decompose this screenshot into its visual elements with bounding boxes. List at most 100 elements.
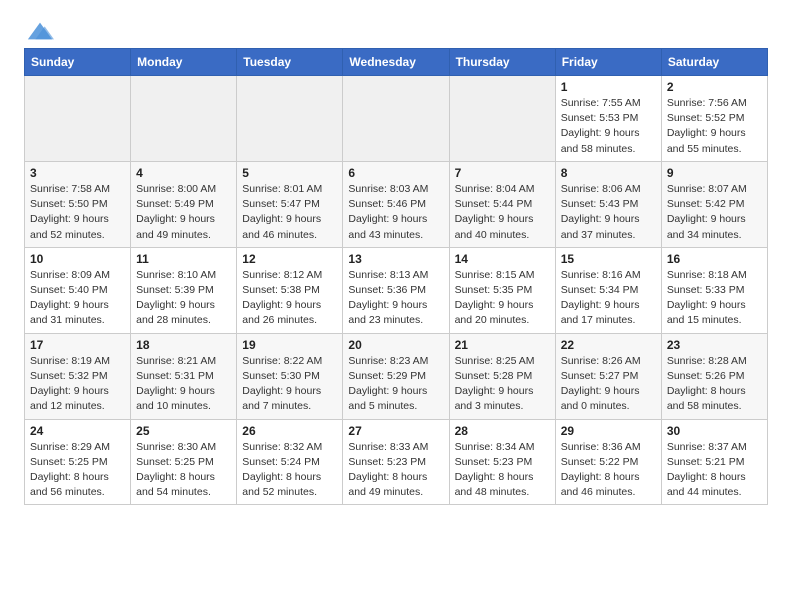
- calendar-cell: 5Sunrise: 8:01 AM Sunset: 5:47 PM Daylig…: [237, 161, 343, 247]
- day-number: 12: [242, 252, 337, 266]
- day-number: 10: [30, 252, 125, 266]
- logo-icon: [26, 20, 54, 42]
- calendar-cell: 28Sunrise: 8:34 AM Sunset: 5:23 PM Dayli…: [449, 419, 555, 505]
- day-info: Sunrise: 8:32 AM Sunset: 5:24 PM Dayligh…: [242, 440, 337, 501]
- day-number: 26: [242, 424, 337, 438]
- weekday-header-monday: Monday: [131, 49, 237, 76]
- header: [24, 20, 768, 38]
- weekday-header-wednesday: Wednesday: [343, 49, 449, 76]
- calendar-cell: 13 Sunrise: 8:13 AM Sunset: 5:36 PM Dayli…: [343, 247, 449, 333]
- day-info: Sunrise: 8:21 AM Sunset: 5:31 PM Dayligh…: [136, 354, 231, 415]
- day-info: Sunrise: 8:25 AM Sunset: 5:28 PM Dayligh…: [455, 354, 550, 415]
- day-number: 15: [561, 252, 656, 266]
- calendar-cell: [25, 76, 131, 162]
- day-info: Sunrise: 7:56 AM Sunset: 5:52 PM Dayligh…: [667, 96, 762, 157]
- calendar-cell: [131, 76, 237, 162]
- calendar-cell: 2 Sunrise: 7:56 AM Sunset: 5:52 PM Daylig…: [661, 76, 767, 162]
- day-info: Sunrise: 8:30 AM Sunset: 5:25 PM Dayligh…: [136, 440, 231, 501]
- logo: [24, 20, 54, 38]
- day-info: Sunrise: 8:33 AM Sunset: 5:23 PM Dayligh…: [348, 440, 443, 501]
- day-info: Sunrise: 8:19 AM Sunset: 5:32 PM Dayligh…: [30, 354, 125, 415]
- calendar-cell: [343, 76, 449, 162]
- day-number: 14: [455, 252, 550, 266]
- day-number: 17: [30, 338, 125, 352]
- day-info: Sunrise: 8:28 AM Sunset: 5:26 PM Dayligh…: [667, 354, 762, 415]
- day-info: Sunrise: 8:23 AM Sunset: 5:29 PM Dayligh…: [348, 354, 443, 415]
- calendar-cell: 10 Sunrise: 8:09 AM Sunset: 5:40 PM Dayli…: [25, 247, 131, 333]
- day-info: Sunrise: 8:26 AM Sunset: 5:27 PM Dayligh…: [561, 354, 656, 415]
- day-number: 5: [242, 166, 337, 180]
- calendar-cell: 20 Sunrise: 8:23 AM Sunset: 5:29 PM Dayli…: [343, 333, 449, 419]
- calendar-cell: 30 Sunrise: 8:37 AM Sunset: 5:21 PM Dayli…: [661, 419, 767, 505]
- day-info: Sunrise: 8:36 AM Sunset: 5:22 PM Dayligh…: [561, 440, 656, 501]
- weekday-header-sunday: Sunday: [25, 49, 131, 76]
- day-info: Sunrise: 8:15 AM Sunset: 5:35 PM Dayligh…: [455, 268, 550, 329]
- weekday-header-tuesday: Tuesday: [237, 49, 343, 76]
- calendar-cell: 3Sunrise: 7:58 AM Sunset: 5:50 PM Daylig…: [25, 161, 131, 247]
- calendar-cell: 8Sunrise: 8:06 AM Sunset: 5:43 PM Daylig…: [555, 161, 661, 247]
- calendar-cell: 22 Sunrise: 8:26 AM Sunset: 5:27 PM Dayli…: [555, 333, 661, 419]
- day-number: 23: [667, 338, 762, 352]
- day-info: Sunrise: 8:16 AM Sunset: 5:34 PM Dayligh…: [561, 268, 656, 329]
- calendar-cell: 26 Sunrise: 8:32 AM Sunset: 5:24 PM Dayli…: [237, 419, 343, 505]
- day-info: Sunrise: 8:29 AM Sunset: 5:25 PM Dayligh…: [30, 440, 125, 501]
- day-number: 20: [348, 338, 443, 352]
- day-number: 7: [455, 166, 550, 180]
- calendar-week-row: 10 Sunrise: 8:09 AM Sunset: 5:40 PM Dayli…: [25, 247, 768, 333]
- day-number: 19: [242, 338, 337, 352]
- calendar-cell: 19 Sunrise: 8:22 AM Sunset: 5:30 PM Dayli…: [237, 333, 343, 419]
- day-info: Sunrise: 8:22 AM Sunset: 5:30 PM Dayligh…: [242, 354, 337, 415]
- day-number: 11: [136, 252, 231, 266]
- day-number: 21: [455, 338, 550, 352]
- calendar-cell: 6 Sunrise: 8:03 AM Sunset: 5:46 PM Daylig…: [343, 161, 449, 247]
- calendar-cell: 29 Sunrise: 8:36 AM Sunset: 5:22 PM Dayli…: [555, 419, 661, 505]
- day-info: Sunrise: 8:03 AM Sunset: 5:46 PM Dayligh…: [348, 182, 443, 243]
- day-number: 2: [667, 80, 762, 94]
- day-info: Sunrise: 8:12 AM Sunset: 5:38 PM Dayligh…: [242, 268, 337, 329]
- calendar-cell: 27 Sunrise: 8:33 AM Sunset: 5:23 PM Dayli…: [343, 419, 449, 505]
- day-number: 22: [561, 338, 656, 352]
- day-number: 29: [561, 424, 656, 438]
- day-number: 16: [667, 252, 762, 266]
- calendar-cell: 16 Sunrise: 8:18 AM Sunset: 5:33 PM Dayli…: [661, 247, 767, 333]
- calendar-cell: 21 Sunrise: 8:25 AM Sunset: 5:28 PM Dayli…: [449, 333, 555, 419]
- day-number: 18: [136, 338, 231, 352]
- day-number: 6: [348, 166, 443, 180]
- calendar-week-row: 3Sunrise: 7:58 AM Sunset: 5:50 PM Daylig…: [25, 161, 768, 247]
- day-number: 8: [561, 166, 656, 180]
- weekday-header-friday: Friday: [555, 49, 661, 76]
- calendar-week-row: 1 Sunrise: 7:55 AM Sunset: 5:53 PM Daylig…: [25, 76, 768, 162]
- day-number: 1: [561, 80, 656, 94]
- day-info: Sunrise: 8:09 AM Sunset: 5:40 PM Dayligh…: [30, 268, 125, 329]
- calendar-cell: 11 Sunrise: 8:10 AM Sunset: 5:39 PM Dayli…: [131, 247, 237, 333]
- calendar-cell: [237, 76, 343, 162]
- calendar-cell: 9Sunrise: 8:07 AM Sunset: 5:42 PM Daylig…: [661, 161, 767, 247]
- calendar-cell: [449, 76, 555, 162]
- day-number: 9: [667, 166, 762, 180]
- calendar-header-row: SundayMondayTuesdayWednesdayThursdayFrid…: [25, 49, 768, 76]
- calendar-cell: 25Sunrise: 8:30 AM Sunset: 5:25 PM Dayli…: [131, 419, 237, 505]
- calendar-cell: 17 Sunrise: 8:19 AM Sunset: 5:32 PM Dayli…: [25, 333, 131, 419]
- day-info: Sunrise: 8:37 AM Sunset: 5:21 PM Dayligh…: [667, 440, 762, 501]
- day-number: 27: [348, 424, 443, 438]
- day-info: Sunrise: 8:04 AM Sunset: 5:44 PM Dayligh…: [455, 182, 550, 243]
- calendar-cell: 14 Sunrise: 8:15 AM Sunset: 5:35 PM Dayli…: [449, 247, 555, 333]
- weekday-header-thursday: Thursday: [449, 49, 555, 76]
- day-info: Sunrise: 7:55 AM Sunset: 5:53 PM Dayligh…: [561, 96, 656, 157]
- calendar-cell: 1 Sunrise: 7:55 AM Sunset: 5:53 PM Daylig…: [555, 76, 661, 162]
- day-info: Sunrise: 8:13 AM Sunset: 5:36 PM Dayligh…: [348, 268, 443, 329]
- calendar-week-row: 24 Sunrise: 8:29 AM Sunset: 5:25 PM Dayli…: [25, 419, 768, 505]
- page: SundayMondayTuesdayWednesdayThursdayFrid…: [0, 0, 792, 521]
- day-info: Sunrise: 8:18 AM Sunset: 5:33 PM Dayligh…: [667, 268, 762, 329]
- calendar-cell: 24 Sunrise: 8:29 AM Sunset: 5:25 PM Dayli…: [25, 419, 131, 505]
- weekday-header-saturday: Saturday: [661, 49, 767, 76]
- day-number: 13: [348, 252, 443, 266]
- day-number: 30: [667, 424, 762, 438]
- calendar-cell: 7 Sunrise: 8:04 AM Sunset: 5:44 PM Daylig…: [449, 161, 555, 247]
- day-number: 24: [30, 424, 125, 438]
- day-info: Sunrise: 8:34 AM Sunset: 5:23 PM Dayligh…: [455, 440, 550, 501]
- calendar-cell: 4Sunrise: 8:00 AM Sunset: 5:49 PM Daylig…: [131, 161, 237, 247]
- calendar-cell: 15 Sunrise: 8:16 AM Sunset: 5:34 PM Dayli…: [555, 247, 661, 333]
- day-info: Sunrise: 8:10 AM Sunset: 5:39 PM Dayligh…: [136, 268, 231, 329]
- day-number: 4: [136, 166, 231, 180]
